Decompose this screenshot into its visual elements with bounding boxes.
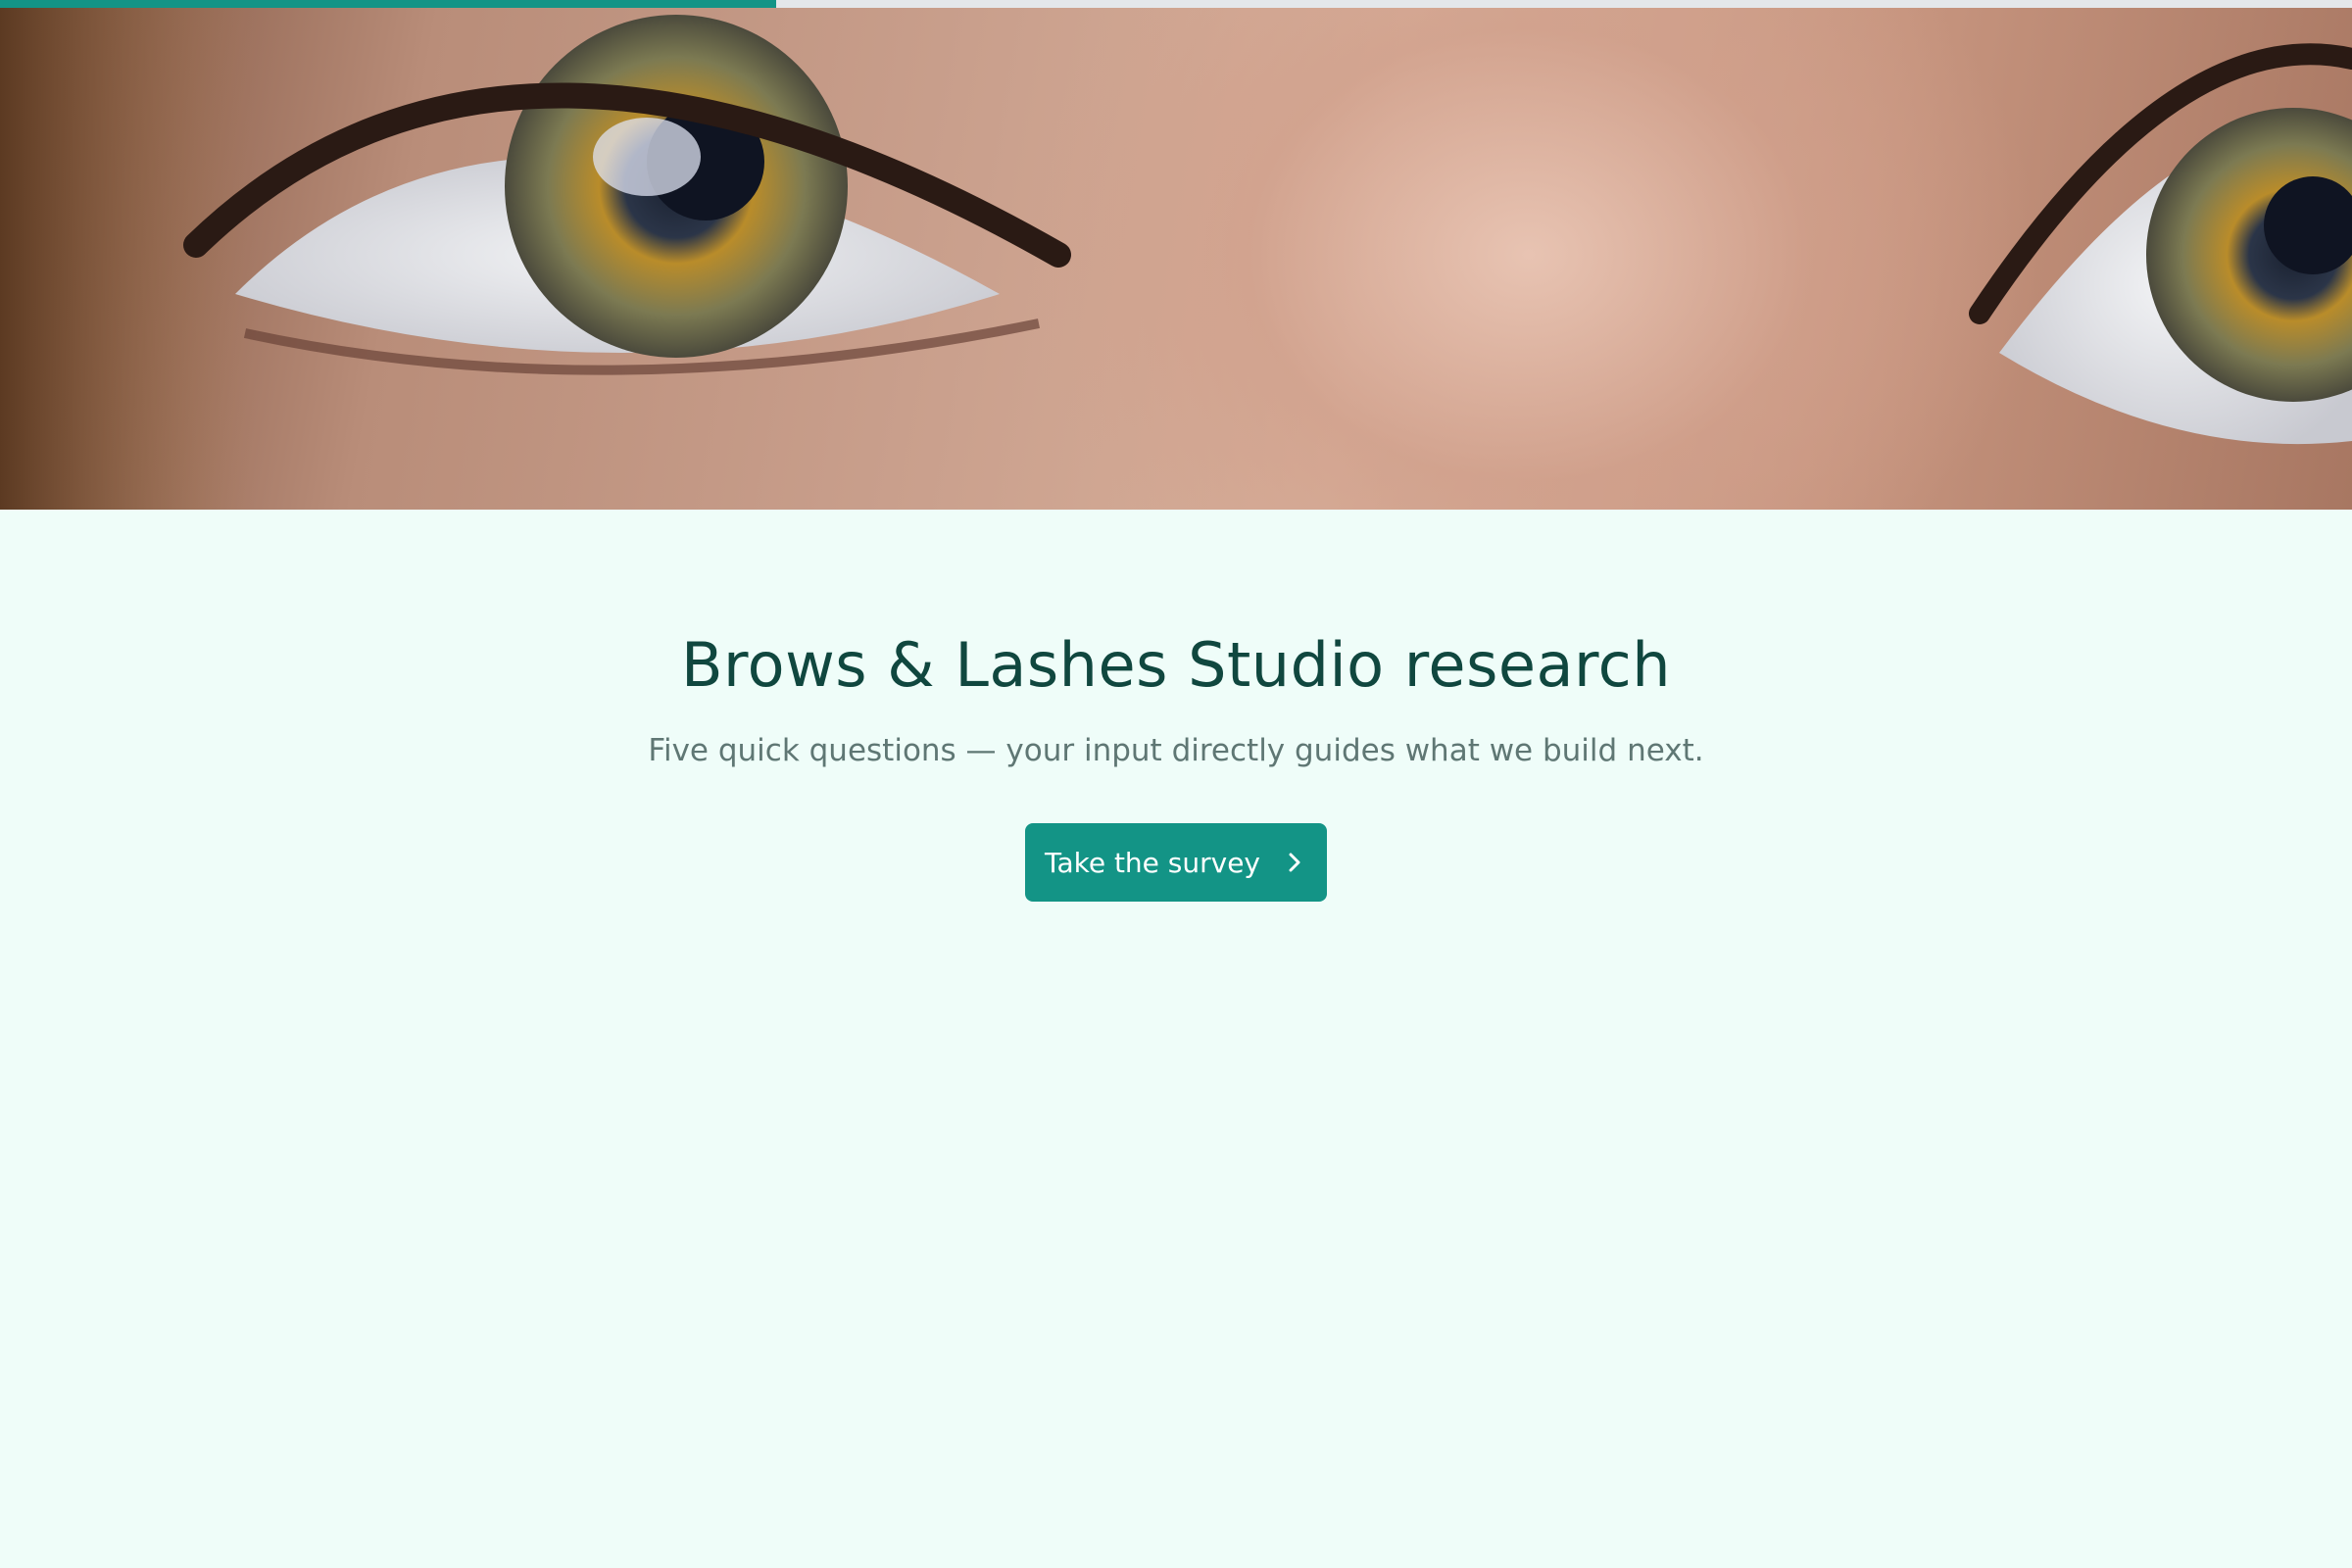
eyes-illustration bbox=[0, 0, 2352, 510]
take-survey-label: Take the survey bbox=[1044, 846, 1261, 879]
take-survey-button[interactable]: Take the survey bbox=[1025, 823, 1327, 902]
hero-image bbox=[0, 0, 2352, 510]
page-title: Brows & Lashes Studio research bbox=[680, 629, 1672, 701]
progress-bar-fill bbox=[0, 0, 776, 8]
chevron-right-icon bbox=[1282, 850, 1307, 875]
progress-bar bbox=[0, 0, 2352, 8]
page-subtitle: Five quick questions — your input direct… bbox=[648, 733, 1704, 768]
